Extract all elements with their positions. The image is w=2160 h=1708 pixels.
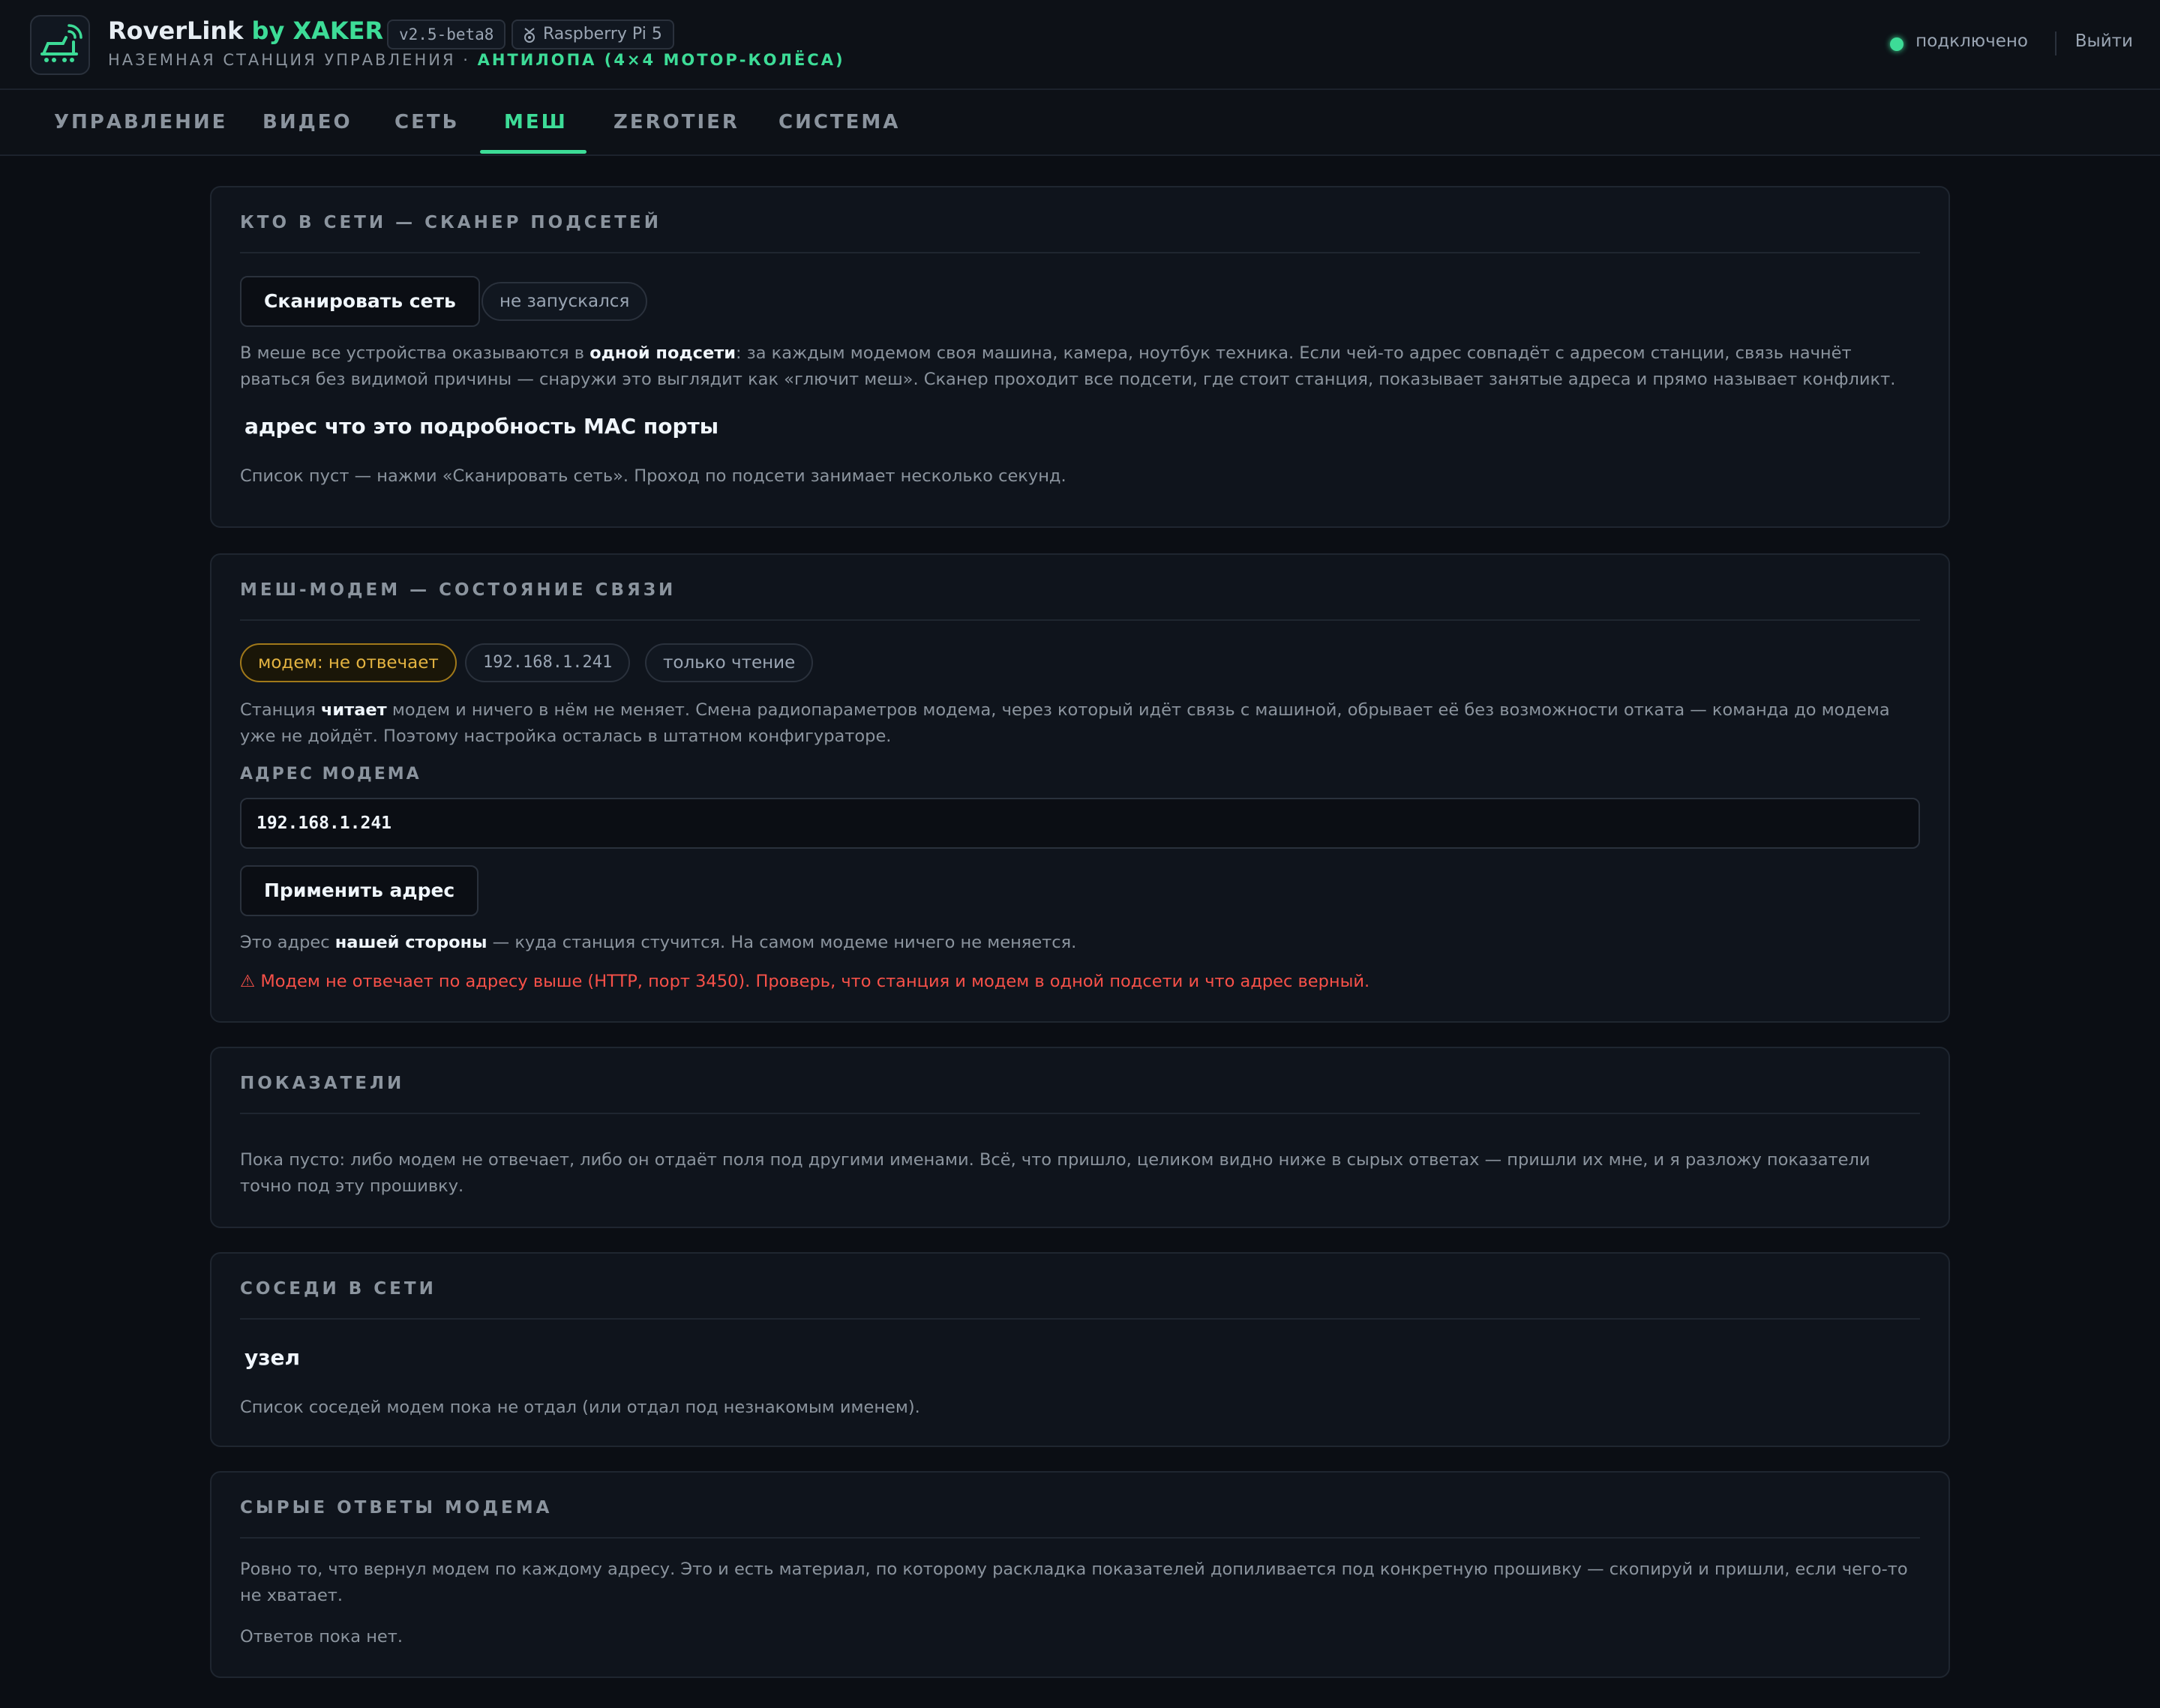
neighbors-col-node: узел [244, 1345, 301, 1370]
col-address: адрес [244, 414, 318, 439]
card-divider [240, 1318, 1920, 1320]
modem-title: МЕШ-МОДЕМ — СОСТОЯНИЕ СВЯЗИ [240, 580, 676, 600]
tab-control[interactable]: УПРАВЛЕНИЕ [54, 111, 227, 133]
neighbors-card: СОСЕДИ В СЕТИ узел Список соседей модем … [210, 1252, 1950, 1447]
neighbors-title: СОСЕДИ В СЕТИ [240, 1279, 436, 1299]
metrics-title: ПОКАЗАТЕЛИ [240, 1074, 405, 1093]
note-1: Это адрес [240, 933, 335, 952]
scanner-desc-1: В меше все устройства оказываются в [240, 343, 590, 363]
raw-description: Ровно то, что вернул модем по каждому ад… [240, 1560, 1908, 1605]
header-divider [2055, 31, 2056, 55]
metrics-empty-text: Пока пусто: либо модем не отвечает, либо… [240, 1150, 1870, 1196]
read-only-badge: только чтение [645, 643, 814, 682]
modem-desc-bold: читает [320, 700, 387, 720]
scanner-description: В меше все устройства оказываются в одно… [240, 340, 1920, 393]
modem-description: Станция читает модем и ничего в нём не м… [240, 697, 1920, 750]
modem-address-note: Это адрес нашей стороны — куда станция с… [240, 930, 1920, 956]
app-author: by XAKER [251, 16, 384, 45]
card-divider [240, 252, 1920, 253]
modem-address-label: АДРЕС МОДЕМА [240, 765, 422, 784]
tab-network[interactable]: СЕТЬ [394, 111, 459, 133]
app-header: RoverLink by XAKER v2.5-beta8 Raspberry … [0, 0, 2160, 90]
scan-network-button[interactable]: Сканировать сеть [240, 276, 480, 327]
raw-title: СЫРЫЕ ОТВЕТЫ МОДЕМА [240, 1498, 553, 1518]
raw-empty-text: Ответов пока нет. [240, 1627, 404, 1647]
col-what: что это [324, 414, 412, 439]
scanner-card: КТО В СЕТИ — СКАНЕР ПОДСЕТЕЙ Сканировать… [210, 186, 1950, 528]
note-2: — куда станция стучится. На самом модеме… [487, 933, 1077, 952]
station-subtitle: НАЗЕМНАЯ СТАНЦИЯ УПРАВЛЕНИЯ · АНТИЛОПА (… [108, 51, 845, 69]
subtitle-prefix: НАЗЕМНАЯ СТАНЦИЯ УПРАВЛЕНИЯ · [108, 51, 478, 69]
card-divider [240, 1113, 1920, 1114]
note-bold: нашей стороны [334, 933, 488, 952]
scanner-table-header: адрес что это подробность MAC порты [244, 414, 718, 439]
vehicle-name: АНТИЛОПА (4×4 МОТОР-КОЛЁСА) [477, 51, 845, 69]
apply-address-button[interactable]: Применить адрес [240, 865, 479, 916]
scanner-title: КТО В СЕТИ — СКАНЕР ПОДСЕТЕЙ [240, 213, 662, 232]
hardware-label: Raspberry Pi 5 [543, 25, 662, 43]
modem-error-message: ⚠ Модем не отвечает по адресу выше (HTTP… [240, 972, 1370, 991]
scanner-empty-text: Список пуст — нажми «Сканировать сеть». … [240, 466, 1066, 486]
status-dot-icon [1890, 37, 1904, 51]
col-mac: MAC [584, 414, 637, 439]
tab-video[interactable]: ВИДЕО [262, 111, 352, 133]
raw-responses-card: СЫРЫЕ ОТВЕТЫ МОДЕМА Ровно то, что вернул… [210, 1471, 1950, 1678]
app-name: RoverLink [108, 16, 244, 45]
rover-logo-icon [30, 15, 90, 75]
col-detail: подробность [419, 414, 577, 439]
scanner-desc-bold: одной подсети [590, 343, 736, 363]
status-label: подключено [1916, 31, 2028, 51]
modem-desc-2: модем и ничего в нём не меняет. Смена ра… [240, 700, 1890, 746]
logout-button[interactable]: Выйти [2075, 31, 2133, 51]
modem-status-badge: модем: не отвечает [240, 643, 457, 682]
modem-card: МЕШ-МОДЕМ — СОСТОЯНИЕ СВЯЗИ модем: не от… [210, 553, 1950, 1023]
tab-system[interactable]: СИСТЕМА [778, 111, 900, 133]
raspberry-icon [524, 28, 535, 43]
hardware-badge: Raspberry Pi 5 [512, 19, 674, 49]
app-title: RoverLink by XAKER [108, 16, 383, 45]
col-ports: порты [643, 414, 719, 439]
connection-status: подключено [1890, 31, 2028, 51]
main-tabs: УПРАВЛЕНИЕ ВИДЕО СЕТЬ МЕШ ZEROTIER СИСТЕ… [0, 90, 2160, 156]
tab-zerotier[interactable]: ZEROTIER [614, 111, 740, 133]
card-divider [240, 1537, 1920, 1539]
active-tab-indicator [480, 150, 586, 154]
scan-status-badge: не запускался [482, 282, 648, 321]
tab-mesh[interactable]: МЕШ [504, 111, 568, 133]
modem-desc-1: Станция [240, 700, 321, 720]
card-divider [240, 619, 1920, 621]
modem-ip-badge: 192.168.1.241 [465, 643, 631, 682]
modem-address-input[interactable]: 192.168.1.241 [240, 798, 1920, 849]
version-badge: v2.5-beta8 [387, 19, 506, 49]
metrics-card: ПОКАЗАТЕЛИ Пока пусто: либо модем не отв… [210, 1047, 1950, 1228]
neighbors-empty-text: Список соседей модем пока не отдал (или … [240, 1398, 920, 1417]
